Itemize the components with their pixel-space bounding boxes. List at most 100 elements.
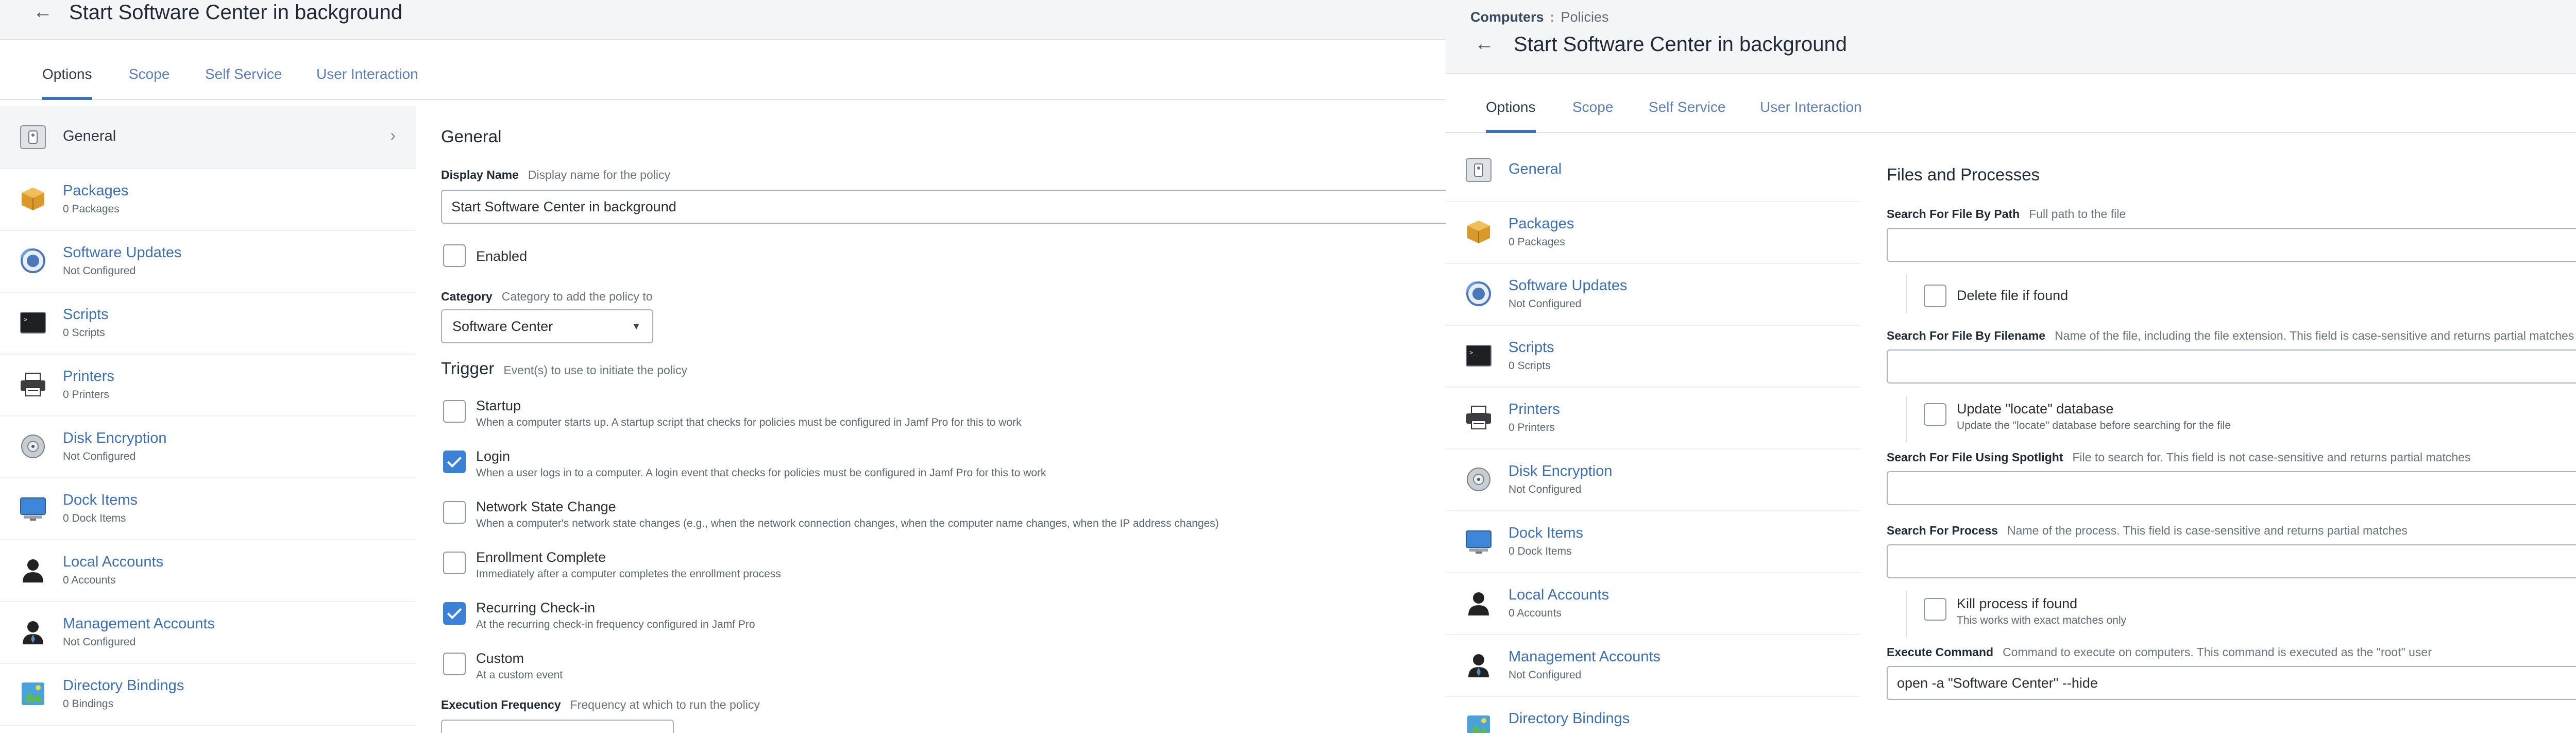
sidebar-item-label: Dock Items xyxy=(63,492,138,508)
execute-command-field[interactable]: open -a "Software Center" --hide xyxy=(1887,666,2576,700)
disk-encryption-icon xyxy=(19,432,47,461)
trigger-description: At the recurring check-in frequency conf… xyxy=(476,619,755,630)
software-updates-icon xyxy=(1464,279,1493,308)
packages-icon xyxy=(19,185,47,213)
sidebar-item-directory-bindings[interactable]: Directory Bindings xyxy=(1446,696,1860,733)
tab-user-interaction[interactable]: User Interaction xyxy=(316,49,418,99)
software-updates-icon xyxy=(19,246,47,275)
delete-file-checkbox[interactable] xyxy=(1924,285,1946,307)
display-name-field[interactable]: Start Software Center in background xyxy=(441,190,1446,224)
sidebar-item-packages[interactable]: Packages 0 Packages xyxy=(0,168,416,231)
category-label: Category Category to add the policy to xyxy=(441,290,653,303)
sidebar-item-count: 0 Packages xyxy=(63,203,120,215)
tab-user-interaction[interactable]: User Interaction xyxy=(1760,82,1862,132)
recurring-check-in-checkbox[interactable] xyxy=(443,602,466,625)
tab-bar: Options Scope Self Service User Interact… xyxy=(1446,82,2576,133)
sidebar-item-label: Printers xyxy=(1509,401,1560,418)
sidebar-item-software-updates[interactable]: Software Updates Not Configured xyxy=(0,230,416,293)
sidebar-item-count: 0 Dock Items xyxy=(1509,545,1572,557)
file-path-field[interactable] xyxy=(1887,228,2576,262)
sidebar-item-label: Software Updates xyxy=(63,244,182,261)
login-checkbox[interactable] xyxy=(443,451,466,473)
tab-options[interactable]: Options xyxy=(42,49,92,100)
sidebar-item-status: Not Configured xyxy=(1509,298,1582,310)
tab-self-service[interactable]: Self Service xyxy=(205,49,282,99)
execution-frequency-select[interactable] xyxy=(441,720,674,733)
category-select[interactable]: Software Center ▼ xyxy=(441,309,653,343)
indent-line xyxy=(1906,591,1907,637)
dock-items-icon xyxy=(19,494,47,523)
trigger-description: When a computer starts up. A startup scr… xyxy=(476,417,1022,428)
dock-items-icon xyxy=(1464,527,1493,556)
sidebar-item-label: Printers xyxy=(63,368,114,385)
sidebar-item-status: Not Configured xyxy=(63,265,136,277)
sidebar-item-disk-encryption[interactable]: Disk Encryption Not Configured xyxy=(1446,448,1860,511)
sidebar-item-label: Directory Bindings xyxy=(63,677,184,694)
sidebar-item-printers[interactable]: Printers 0 Printers xyxy=(1446,387,1860,449)
sidebar-item-label: Directory Bindings xyxy=(1509,710,1630,727)
sidebar-item-label: Management Accounts xyxy=(1509,648,1661,665)
spotlight-field[interactable] xyxy=(1887,471,2576,505)
trigger-description: Immediately after a computer completes t… xyxy=(476,568,781,580)
filename-label: Search For File By Filename Name of the f… xyxy=(1887,329,2574,342)
sidebar-item-directory-bindings[interactable]: Directory Bindings 0 Bindings xyxy=(0,663,416,726)
network-state-change-checkbox[interactable] xyxy=(443,501,466,524)
back-arrow-icon[interactable]: ← xyxy=(33,2,53,22)
trigger-label: Network State Change xyxy=(476,499,616,514)
sidebar-item-count: 0 Printers xyxy=(1509,422,1555,434)
sidebar-item-count: 0 Accounts xyxy=(1509,607,1562,619)
local-accounts-icon xyxy=(19,556,47,585)
sidebar-item-label: General xyxy=(1509,161,1562,177)
management-accounts-icon xyxy=(19,618,47,646)
page-title: Start Software Center in background xyxy=(69,1,403,24)
startup-checkbox[interactable] xyxy=(443,400,466,423)
filename-field[interactable] xyxy=(1887,349,2576,384)
sidebar-item-management-accounts[interactable]: Management Accounts Not Configured xyxy=(1446,634,1860,697)
custom-checkbox[interactable] xyxy=(443,653,466,675)
sidebar-item-scripts[interactable]: >_ Scripts 0 Scripts xyxy=(1446,325,1860,388)
sidebar-item-status: Not Configured xyxy=(1509,484,1582,495)
sidebar-item-count: 0 Dock Items xyxy=(63,512,126,524)
trigger-label: Login xyxy=(476,448,511,464)
tab-self-service[interactable]: Self Service xyxy=(1649,82,1725,132)
files-and-processes-panel: Files and Processes Search For File By P… xyxy=(1860,139,2576,733)
back-arrow-icon[interactable]: ← xyxy=(1475,34,1494,54)
scripts-icon: >_ xyxy=(19,308,47,337)
page-title: Start Software Center in background xyxy=(1514,33,1848,56)
sidebar-item-general[interactable]: General › xyxy=(0,106,416,169)
tab-scope[interactable]: Scope xyxy=(1572,82,1613,132)
general-icon xyxy=(19,123,47,152)
sidebar-item-label: Packages xyxy=(1509,215,1574,232)
breadcrumb-computers[interactable]: Computers xyxy=(1470,9,1544,25)
page-header: ← Start Software Center in background xyxy=(0,0,1446,40)
sidebar-item-local-accounts[interactable]: Local Accounts 0 Accounts xyxy=(0,539,416,602)
sidebar-item-scripts[interactable]: >_ Scripts 0 Scripts xyxy=(0,292,416,355)
sidebar-item-management-accounts[interactable]: Management Accounts Not Configured xyxy=(0,601,416,664)
tab-scope[interactable]: Scope xyxy=(129,49,170,99)
sidebar-item-label: Software Updates xyxy=(1509,277,1628,294)
management-accounts-icon xyxy=(1464,651,1493,679)
tab-options[interactable]: Options xyxy=(1486,82,1536,133)
enabled-checkbox[interactable] xyxy=(443,244,466,267)
dropdown-arrow-icon: ▼ xyxy=(632,321,641,331)
sidebar-item-packages[interactable]: Packages 0 Packages xyxy=(1446,201,1860,264)
left-policy-panel: ← Start Software Center in background Op… xyxy=(0,0,1446,733)
trigger-label: Recurring Check-in xyxy=(476,600,596,615)
kill-process-checkbox[interactable] xyxy=(1924,598,1946,621)
trigger-description: When a computer's network state changes … xyxy=(476,518,1219,529)
sidebar-item-dock-items[interactable]: Dock Items 0 Dock Items xyxy=(0,477,416,540)
enrollment-complete-checkbox[interactable] xyxy=(443,552,466,574)
sidebar-item-label: Disk Encryption xyxy=(63,430,167,446)
update-locate-checkbox[interactable] xyxy=(1924,403,1946,426)
breadcrumb-policies[interactable]: Policies xyxy=(1561,9,1609,25)
sidebar-item-software-updates[interactable]: Software Updates Not Configured xyxy=(1446,263,1860,326)
sidebar-item-disk-encryption[interactable]: Disk Encryption Not Configured xyxy=(0,415,416,478)
section-heading: Files and Processes xyxy=(1887,165,2040,184)
sidebar-item-local-accounts[interactable]: Local Accounts 0 Accounts xyxy=(1446,572,1860,635)
sidebar-item-dock-items[interactable]: Dock Items 0 Dock Items xyxy=(1446,510,1860,573)
update-locate-label: Update "locate" database xyxy=(1957,401,2114,417)
sidebar-item-count: 0 Accounts xyxy=(63,574,116,586)
process-field[interactable] xyxy=(1887,544,2576,578)
sidebar-item-general[interactable]: General xyxy=(1446,139,1860,202)
sidebar-item-printers[interactable]: Printers 0 Printers xyxy=(0,354,416,417)
